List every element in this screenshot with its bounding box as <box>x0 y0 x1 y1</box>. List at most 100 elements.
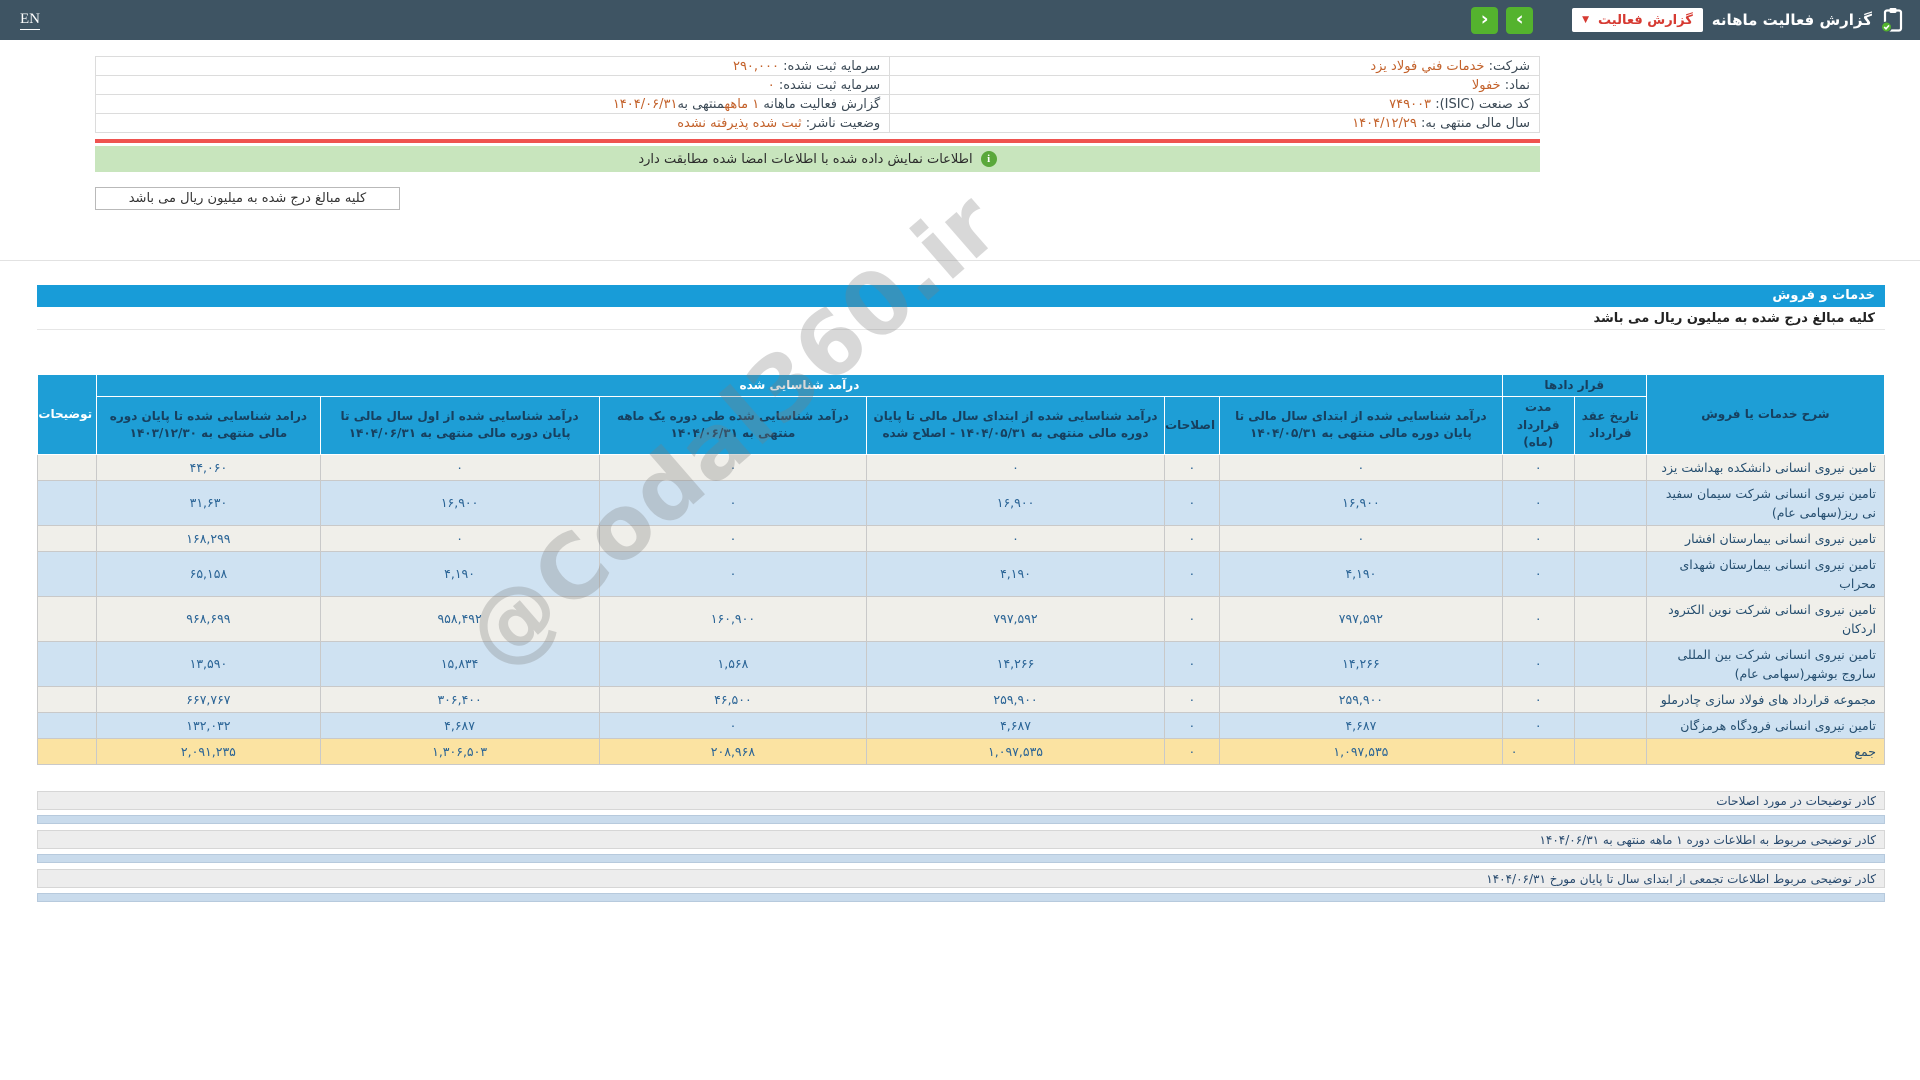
value-cell: ۴۶,۵۰۰ <box>598 685 868 713</box>
sales-section-header: خدمات و فروش <box>37 285 1885 307</box>
footnote-adjustments-content-strip <box>37 814 1885 824</box>
service-name-cell: جمع <box>1645 737 1886 765</box>
footnotes-section: کادر توضیحات در مورد اصلاحات کادر توضیحی… <box>37 790 1885 902</box>
table-row: تامین نیروی انسانی شرکت نوین الکترود ارد… <box>36 595 1886 642</box>
value-cell <box>36 711 98 739</box>
value-cell: ۰ <box>1163 640 1221 687</box>
table-row: تامین نیروی انسانی فرودگاه هرمزگان ۰ ۴,۶۸۷… <box>36 711 1886 739</box>
footnote-monthly-period-content-strip <box>37 853 1885 863</box>
signature-match-notice: i اطلاعات نمایش داده شده با اطلاعات امضا… <box>95 146 1540 172</box>
value-cell: ۷۹۷,۵۹۲ <box>866 595 1165 642</box>
language-toggle-en[interactable]: EN <box>20 11 40 30</box>
value-cell <box>1573 524 1647 552</box>
value-cell: ۰ <box>1501 640 1575 687</box>
value-cell: ۷۹۷,۵۹۲ <box>1219 595 1503 642</box>
value-cell: ۱,۵۶۸ <box>598 640 868 687</box>
table-row: کد صنعت (ISIC): ۷۴۹۰۰۳ گزارش فعالیت ماها… <box>94 94 1540 114</box>
col-group-revenue: درآمد شناسایی شده <box>96 373 1503 398</box>
value-cell: ۶۶۷,۷۶۷ <box>96 685 321 713</box>
value-cell: ۴,۱۹۰ <box>319 550 600 597</box>
value-cell: ۰ <box>1501 479 1575 526</box>
registered-capital-value: ۲۹۰,۰۰۰ <box>732 58 779 74</box>
top-header-bar: گزارش فعالیت ماهانه گزارش فعالیت ▼ › ‹ E… <box>0 0 1920 40</box>
service-name-cell: تامین نیروی انسانی بیمارستان شهدای محراب <box>1645 550 1886 597</box>
company-info-section: شرکت: خدمات فني فولاد يزد سرمایه ثبت شده… <box>94 56 1540 210</box>
value-cell: ۱۶,۹۰۰ <box>866 479 1165 526</box>
value-cell: ۱۵,۸۳۴ <box>319 640 600 687</box>
isic-cell: کد صنعت (ISIC): ۷۴۹۰۰۳ <box>889 94 1540 114</box>
report-period-label: گزارش فعالیت ماهانه <box>763 96 881 112</box>
company-label: شرکت: <box>1488 58 1530 74</box>
registered-capital-cell: سرمایه ثبت شده: ۲۹۰,۰۰۰ <box>94 56 891 76</box>
value-cell: ۰ <box>1501 711 1575 739</box>
value-cell: ۴,۱۹۰ <box>866 550 1165 597</box>
table-row: نماد: خفولا سرمایه ثبت نشده: ۰ <box>94 75 1540 95</box>
value-cell <box>36 453 98 481</box>
company-value: خدمات فني فولاد يزد <box>1370 58 1485 74</box>
isic-value: ۷۴۹۰۰۳ <box>1389 96 1432 112</box>
value-cell <box>36 640 98 687</box>
value-cell: ۱,۰۹۷,۵۳۵ <box>866 737 1165 765</box>
value-cell: ۶۵,۱۵۸ <box>96 550 321 597</box>
previous-report-button[interactable]: ‹ <box>1471 6 1499 34</box>
chevron-down-icon: ▼ <box>1582 14 1590 25</box>
value-cell <box>36 595 98 642</box>
value-cell <box>1573 479 1647 526</box>
footnote-cumulative: کادر توضیحی مربوط اطلاعات تجمعی از ابتدا… <box>37 868 1885 888</box>
service-name-cell: تامین نیروی انسانی شرکت نوین الکترود ارد… <box>1645 595 1886 642</box>
report-type-dropdown[interactable]: گزارش فعالیت ▼ <box>1572 8 1703 32</box>
footnote-cumulative-content-strip <box>37 892 1885 902</box>
isic-label: کد صنعت (ISIC): <box>1435 96 1530 112</box>
value-cell: ۲۵۹,۹۰۰ <box>1219 685 1503 713</box>
col-header-rev-to-0531-adjusted: درآمد شناسایی شده از ابتدای سال مالی تا … <box>866 396 1165 455</box>
fiscal-year-label: سال مالی منتهی به: <box>1420 115 1530 131</box>
table-row: مجموعه قرارداد های فولاد سازی چادرملو ۰ ۲۵… <box>36 685 1886 713</box>
service-name-cell: تامین نیروی انسانی فرودگاه هرمزگان <box>1645 711 1886 739</box>
unregistered-capital-cell: سرمایه ثبت نشده: ۰ <box>94 75 891 95</box>
table-row: تامین نیروی انسانی بیمارستان شهدای محراب… <box>36 550 1886 597</box>
table-row: تامین نیروی انسانی دانشکده بهداشت یزد ۰ ۰ ۰… <box>36 453 1886 481</box>
value-cell: ۰ <box>1163 550 1221 597</box>
col-header-rev-ytd: درآمد شناسایی شده از اول سال مالی تا پای… <box>319 396 600 455</box>
value-cell: ۴,۶۸۷ <box>866 711 1165 739</box>
value-cell: ۱۶,۹۰۰ <box>319 479 600 526</box>
value-cell <box>1573 640 1647 687</box>
value-cell: ۰ <box>1501 685 1575 713</box>
value-cell: ۰ <box>1163 479 1221 526</box>
value-cell <box>1573 453 1647 481</box>
value-cell <box>1573 595 1647 642</box>
publisher-status-label: وضعیت ناشر: <box>805 115 881 131</box>
col-header-adjustments: اصلاحات <box>1163 396 1221 455</box>
info-icon: i <box>980 151 997 167</box>
value-cell: ۰ <box>1219 524 1503 552</box>
value-cell: ۰ <box>1501 524 1575 552</box>
report-period-value: ۱ ماهه <box>724 96 760 112</box>
table-row: تامین نیروی انسانی شرکت بین المللی ساروج… <box>36 640 1886 687</box>
value-cell: ۱۳,۵۹۰ <box>96 640 321 687</box>
value-cell: ۴,۶۸۷ <box>1219 711 1503 739</box>
service-name-cell: تامین نیروی انسانی دانشکده بهداشت یزد <box>1645 453 1886 481</box>
registered-capital-label: سرمایه ثبت شده: <box>783 58 881 74</box>
sales-section-note: کلیه مبالغ درج شده به میلیون ریال می باش… <box>37 307 1885 330</box>
col-group-contracts: قرار دادها <box>1501 373 1647 398</box>
unregistered-capital-value: ۰ <box>767 77 775 93</box>
next-report-button[interactable]: › <box>1506 6 1534 34</box>
value-cell: ۰ <box>598 524 868 552</box>
value-cell: ۳۰۶,۴۰۰ <box>319 685 600 713</box>
sales-table-body: تامین نیروی انسانی دانشکده بهداشت یزد ۰ ۰ ۰… <box>36 453 1886 765</box>
clipboard-report-icon <box>1881 7 1904 33</box>
value-cell: ۳۱,۶۳۰ <box>96 479 321 526</box>
red-separator-line <box>95 139 1540 143</box>
table-header-row-groups: شرح خدمات یا فروش قرار دادها درآمد شناسا… <box>36 373 1886 455</box>
footnote-adjustments: کادر توضیحات در مورد اصلاحات <box>37 790 1885 810</box>
value-cell: ۰ <box>1501 550 1575 597</box>
col-header-rev-prev-year: درامد شناسایی شده تا پایان دوره مالی منت… <box>96 396 321 455</box>
sales-table: شرح خدمات یا فروش قرار دادها درآمد شناسا… <box>36 373 1886 765</box>
company-name-cell: شرکت: خدمات فني فولاد يزد <box>889 56 1540 76</box>
value-cell: ۰ <box>1501 737 1575 765</box>
service-name-cell: تامین نیروی انسانی بیمارستان افشار <box>1645 524 1886 552</box>
value-cell <box>1573 711 1647 739</box>
value-cell: ۰ <box>598 453 868 481</box>
sales-table-header: شرح خدمات یا فروش قرار دادها درآمد شناسا… <box>36 373 1886 455</box>
value-cell: ۰ <box>866 524 1165 552</box>
